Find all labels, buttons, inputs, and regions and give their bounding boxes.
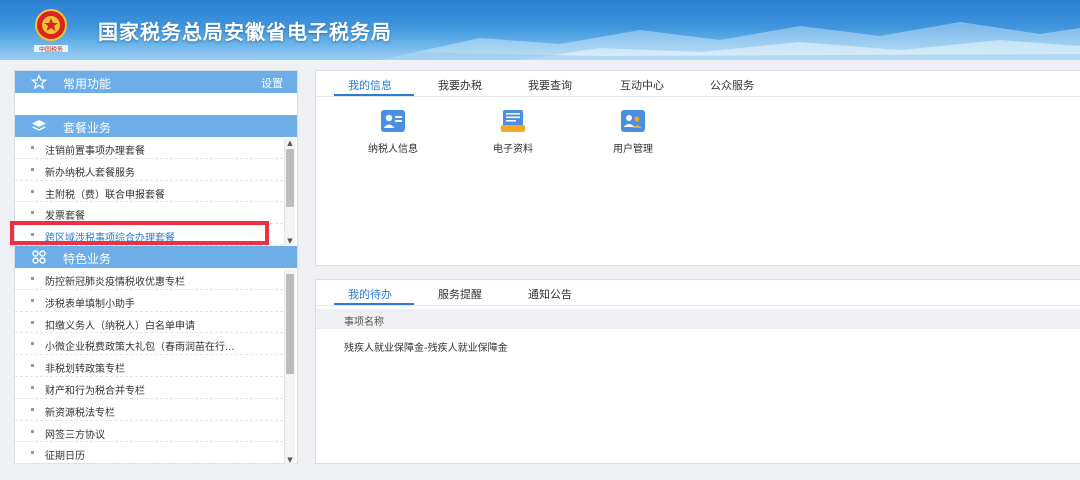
layers-icon: [32, 120, 46, 131]
list-item-label: 新办纳税人套餐服务: [45, 167, 135, 179]
bullet-icon: [31, 277, 34, 280]
bullet-icon: [31, 189, 34, 193]
bullet-icon: [31, 451, 34, 455]
list-item-label: 注销前置事项办理套餐: [45, 146, 145, 157]
scroll-down-icon[interactable]: ▼: [286, 237, 294, 245]
site-title: 国家税务总局安徽省电子税务局: [98, 20, 392, 44]
packages-scrollbar[interactable]: ▲ ▼: [284, 139, 295, 245]
list-item-label: 财产和行为税合并专栏: [45, 385, 145, 397]
main-tabs: 我的信息 我要办税 我要查询 互动中心 公众服务: [316, 71, 1080, 97]
list-item-label: 扣缴义务人（纳税人）白名单申请: [45, 320, 195, 332]
list-item[interactable]: 小微企业税费政策大礼包（春雨润苗在行...: [15, 333, 283, 356]
user-management-label: 用户管理: [613, 144, 653, 155]
scroll-down-icon[interactable]: ▼: [286, 456, 294, 464]
document-stack-icon: [501, 110, 525, 132]
tab-service-reminder[interactable]: 服务提醒: [438, 286, 482, 302]
active-tab-indicator: [334, 303, 414, 305]
list-item-label: 小微企业税费政策大礼包（春雨润苗在行...: [45, 342, 235, 354]
tab-my-todo[interactable]: 我的待办: [348, 286, 392, 302]
list-item-label: 主附税（费）联合申报套餐: [45, 189, 165, 201]
list-item[interactable]: 财产和行为税合并专栏: [15, 377, 283, 399]
bullet-icon: [31, 146, 34, 149]
special-scroll-thumb[interactable]: [286, 274, 294, 374]
list-item[interactable]: 网签三方协议: [15, 421, 283, 443]
tab-notice[interactable]: 通知公告: [528, 286, 572, 302]
bullet-icon: [31, 320, 34, 324]
todo-panel: 我的待办 服务提醒 通知公告 事项名称 残疾人就业保障金-残疾人就业保障金: [315, 279, 1080, 464]
special-label: 特色业务: [63, 252, 112, 266]
list-item-label: 征期日历: [45, 451, 85, 463]
e-documents-button[interactable]: 电子资料: [473, 109, 553, 155]
bullet-icon: [31, 385, 34, 389]
todo-row[interactable]: 残疾人就业保障金-残疾人就业保障金: [344, 339, 508, 354]
grid-icon: [32, 250, 46, 264]
list-item-label: 网签三方协议: [45, 429, 105, 441]
active-tab-indicator: [334, 94, 414, 96]
tax-emblem-icon: 中国税务: [34, 9, 68, 54]
bullet-icon: [31, 364, 34, 368]
packages-header[interactable]: 套餐业务: [15, 115, 297, 137]
tab-handle-tax[interactable]: 我要办税: [438, 77, 482, 93]
taxpayer-info-label: 纳税人信息: [368, 144, 418, 155]
scroll-up-icon[interactable]: ▲: [286, 139, 294, 147]
tab-public-service[interactable]: 公众服务: [710, 77, 754, 93]
bullet-icon: [31, 407, 34, 411]
list-item[interactable]: 非税划转政策专栏: [15, 355, 283, 377]
site-header: 中国税务 国家税务总局安徽省电子税务局: [0, 0, 1080, 60]
list-item[interactable]: 注销前置事项办理套餐: [15, 137, 283, 159]
tab-my-info[interactable]: 我的信息: [348, 77, 392, 93]
todo-tabs: 我的待办 服务提醒 通知公告: [316, 280, 1080, 306]
bullet-icon: [31, 429, 34, 433]
my-info-panel: 我的信息 我要办税 我要查询 互动中心 公众服务 纳税人信息 电子资料 用户管理: [315, 70, 1080, 266]
bullet-icon: [31, 167, 34, 171]
tab-query[interactable]: 我要查询: [528, 77, 572, 93]
column-item-name: 事项名称: [344, 317, 384, 328]
emblem-caption: 中国税务: [39, 46, 63, 54]
list-item-label: 涉税表单填制小助手: [45, 298, 135, 310]
e-documents-label: 电子资料: [493, 144, 533, 155]
favorites-setting-link[interactable]: 设置: [261, 75, 283, 91]
favorites-label: 常用功能: [63, 77, 112, 91]
list-item[interactable]: 征期日历: [15, 442, 283, 464]
users-icon: [621, 110, 645, 132]
list-item-label: 新资源税法专栏: [45, 407, 115, 419]
user-management-button[interactable]: 用户管理: [593, 109, 673, 155]
bullet-icon: [31, 211, 34, 215]
favorites-header: 常用功能 设置: [15, 71, 297, 93]
list-item-label: 防控新冠肺炎疫情税收优惠专栏: [45, 277, 185, 288]
taxpayer-info-button[interactable]: 纳税人信息: [353, 109, 433, 155]
special-scrollbar[interactable]: ▼: [284, 270, 295, 464]
packages-label: 套餐业务: [63, 121, 112, 135]
list-item[interactable]: 扣缴义务人（纳税人）白名单申请: [15, 312, 283, 334]
highlight-box: [10, 221, 269, 245]
special-list: 防控新冠肺炎疫情税收优惠专栏 涉税表单填制小助手扣缴义务人（纳税人）白名单申请小微…: [15, 268, 283, 464]
left-nav-panel: 常用功能 设置 套餐业务 注销前置事项办理套餐 新办纳税人套餐服务主附税（费）联合…: [14, 70, 298, 464]
taxpayer-card-icon: [381, 110, 405, 132]
list-item-label: 非税划转政策专栏: [45, 364, 125, 376]
star-icon: [31, 74, 47, 90]
list-item[interactable]: 新资源税法专栏: [15, 399, 283, 421]
list-item[interactable]: 新办纳税人套餐服务: [15, 159, 283, 181]
bullet-icon: [31, 298, 34, 302]
tab-interaction[interactable]: 互动中心: [620, 77, 664, 93]
list-item[interactable]: 防控新冠肺炎疫情税收优惠专栏: [15, 268, 283, 290]
list-item[interactable]: 涉税表单填制小助手: [15, 290, 283, 312]
bullet-icon: [31, 342, 34, 346]
special-header[interactable]: 特色业务: [15, 246, 297, 268]
todo-table-header: 事项名称: [316, 309, 1080, 329]
packages-scroll-thumb[interactable]: [286, 149, 294, 207]
list-item[interactable]: 主附税（费）联合申报套餐: [15, 181, 283, 203]
